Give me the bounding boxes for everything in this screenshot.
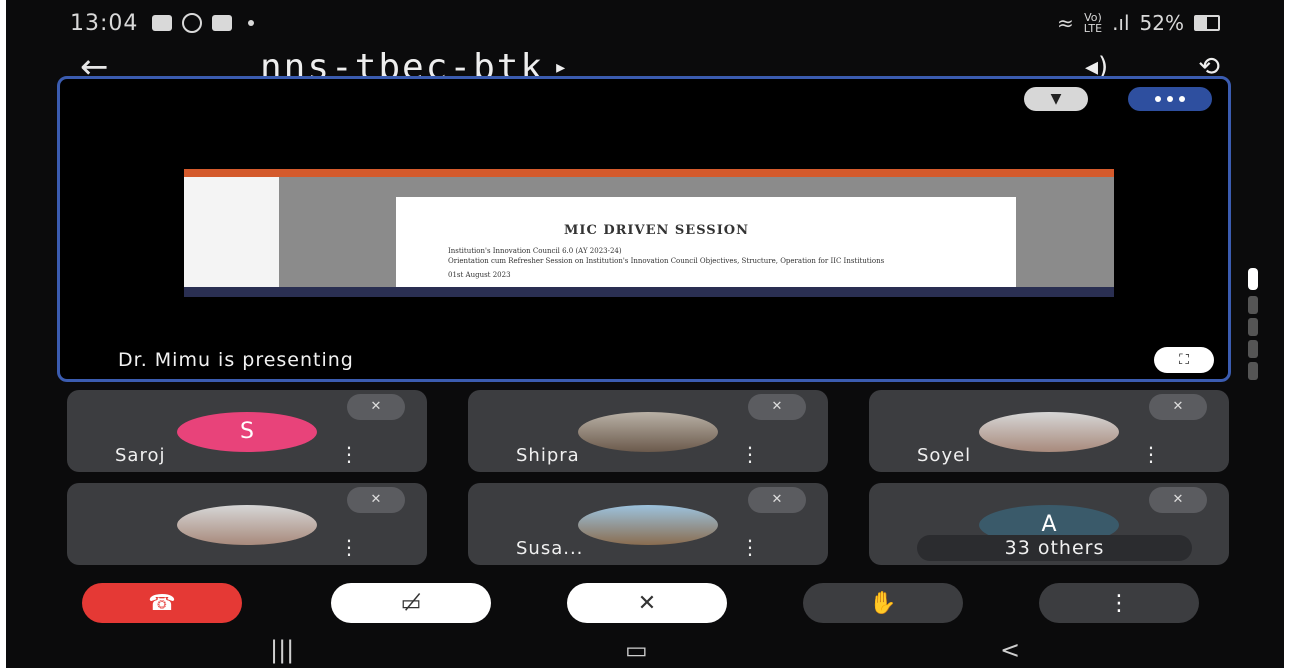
mic-off-icon: ✕ — [1149, 487, 1207, 513]
participant-name: Soyel — [917, 445, 972, 466]
dot-icon — [1167, 96, 1173, 102]
avatar: S — [177, 412, 317, 452]
battery-percent: 52% — [1139, 11, 1184, 35]
end-call-button[interactable]: ☎ — [82, 583, 242, 623]
dot-icon — [1155, 96, 1161, 102]
video-notification-icon — [212, 15, 233, 31]
pin-button[interactable]: ▼ — [1024, 87, 1088, 111]
page-scroll-indicator[interactable] — [1248, 268, 1260, 398]
more-vert-icon[interactable]: ⋮ — [339, 442, 359, 466]
wifi-icon: ≈ — [1057, 11, 1074, 35]
pin-icon: ▼ — [1050, 91, 1062, 107]
shared-screen: MIC DRIVEN SESSION Institution's Innovat… — [184, 169, 1114, 297]
mic-off-icon: ✕ — [748, 487, 806, 513]
participant-tile[interactable]: ✕ Soyel ⋮ — [869, 390, 1229, 472]
mic-off-icon: ✕ — [347, 394, 405, 420]
raise-hand-icon: ✋ — [869, 590, 897, 616]
participant-tile[interactable]: ✕ Shipra ⋮ — [468, 390, 828, 472]
participant-tile[interactable]: ✕ S Saroj ⋮ — [67, 390, 427, 472]
gallery-icon — [152, 15, 173, 31]
mic-off-icon: ✕ — [637, 590, 657, 616]
camera-toggle-button[interactable]: ▭̸ — [331, 583, 491, 623]
more-vert-icon[interactable]: ⋮ — [339, 535, 359, 559]
avatar — [177, 505, 317, 545]
home-icon[interactable]: ▭ — [625, 636, 648, 664]
more-vert-icon: ⋮ — [1108, 590, 1130, 616]
status-bar: 13:04 ≈ Vo) LTE .ıl 52% — [70, 8, 1220, 38]
raise-hand-button[interactable]: ✋ — [803, 583, 963, 623]
mic-off-icon: ✕ — [748, 394, 806, 420]
presenting-label: Dr. Mimu is presenting — [118, 349, 354, 371]
screen-border-right — [1284, 0, 1290, 668]
scroll-segment — [1248, 362, 1258, 380]
back-nav-icon[interactable]: < — [1000, 636, 1020, 664]
network-indicator: Vo) LTE — [1084, 12, 1102, 34]
participant-name: Susa... — [516, 538, 584, 559]
more-vert-icon[interactable]: ⋮ — [1141, 442, 1161, 466]
status-right: ≈ Vo) LTE .ıl 52% — [1057, 11, 1220, 35]
meet-screen: 13:04 ≈ Vo) LTE .ıl 52% ← nns-tbec-btk ▸… — [0, 0, 1290, 668]
hang-up-icon: ☎ — [148, 590, 176, 616]
status-time: 13:04 — [70, 10, 139, 36]
mic-toggle-button[interactable]: ✕ — [567, 583, 727, 623]
presentation-tile[interactable]: ▼ MIC DRIVEN SESSION Institution's Innov… — [57, 76, 1231, 382]
dot-icon — [1179, 96, 1185, 102]
avatar — [578, 505, 718, 545]
scroll-segment — [1248, 318, 1258, 336]
scroll-thumb[interactable] — [1248, 268, 1258, 290]
more-options-button[interactable]: ⋮ — [1039, 583, 1199, 623]
avatar — [578, 412, 718, 452]
slide-line-1: Institution's Innovation Council 6.0 (AY… — [448, 247, 622, 255]
avatar — [979, 412, 1119, 452]
lte-label: LTE — [1083, 22, 1103, 35]
screen-border-left — [0, 0, 6, 668]
others-tile[interactable]: ✕ A 33 others — [869, 483, 1229, 565]
more-notifications-icon — [248, 20, 255, 26]
fullscreen-icon[interactable]: ⛶ — [1154, 347, 1214, 373]
battery-icon — [1194, 15, 1220, 31]
signal-icon: .ıl — [1112, 11, 1130, 35]
android-navbar: ||| ▭ < — [0, 632, 1290, 668]
more-vert-icon[interactable]: ⋮ — [740, 442, 760, 466]
recents-icon[interactable]: ||| — [270, 636, 294, 664]
participant-tile[interactable]: ✕ ⋮ — [67, 483, 427, 565]
mic-off-icon: ✕ — [347, 487, 405, 513]
slide-line-3: 01st August 2023 — [448, 271, 511, 279]
others-count[interactable]: 33 others — [917, 535, 1192, 561]
participant-tile[interactable]: ✕ Susa... ⋮ — [468, 483, 828, 565]
shared-taskbar — [184, 287, 1114, 297]
participant-name: Saroj — [115, 445, 166, 466]
slide-line-2: Orientation cum Refresher Session on Ins… — [448, 257, 885, 265]
chevron-right-icon[interactable]: ▸ — [556, 57, 565, 78]
slide-thumbnails — [184, 177, 279, 287]
whatsapp-icon — [182, 13, 203, 33]
camera-off-icon: ▭̸ — [400, 590, 422, 616]
mic-off-icon: ✕ — [1149, 394, 1207, 420]
participant-name: Shipra — [516, 445, 580, 466]
notification-icons — [152, 13, 255, 33]
tile-options-button[interactable] — [1128, 87, 1212, 111]
slide-heading: MIC DRIVEN SESSION — [564, 223, 749, 238]
more-vert-icon[interactable]: ⋮ — [740, 535, 760, 559]
scroll-segment — [1248, 296, 1258, 314]
slide-document: MIC DRIVEN SESSION Institution's Innovat… — [396, 197, 1016, 287]
scroll-segment — [1248, 340, 1258, 358]
